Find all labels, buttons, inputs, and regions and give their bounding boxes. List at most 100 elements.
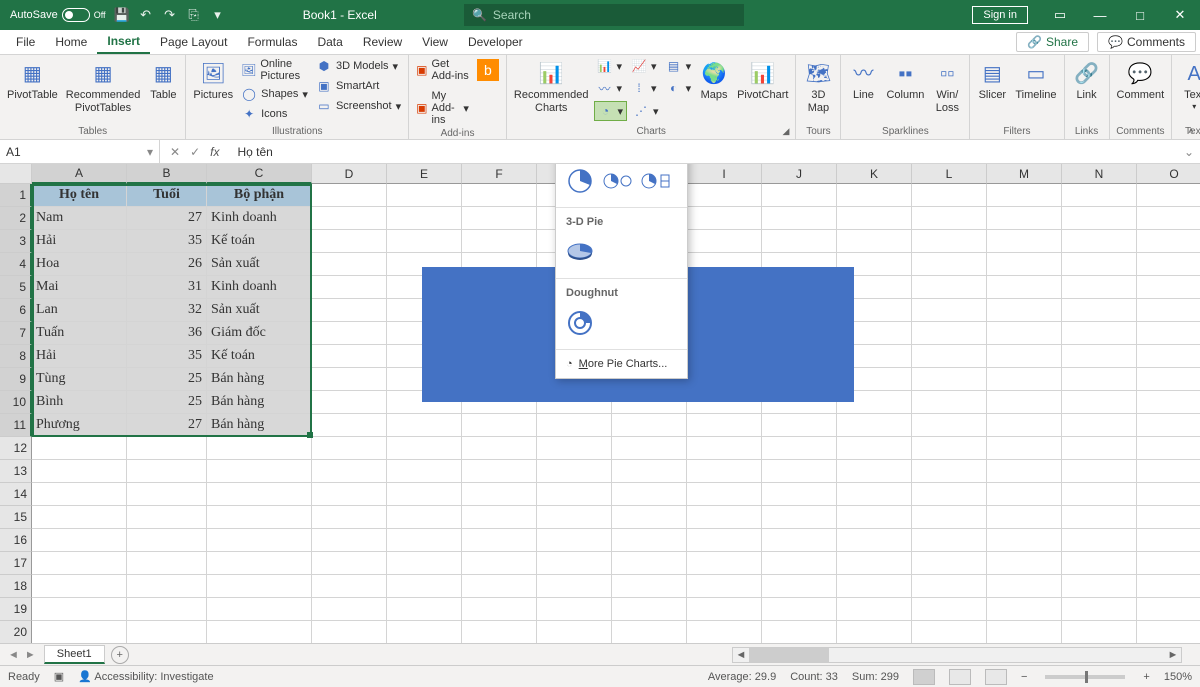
- cell-O15[interactable]: [1137, 506, 1200, 529]
- pie-3d-option[interactable]: [564, 236, 596, 268]
- normal-view-button[interactable]: [913, 669, 935, 685]
- cell-N12[interactable]: [1062, 437, 1137, 460]
- column-header-C[interactable]: C: [207, 164, 312, 184]
- cell-M1[interactable]: [987, 184, 1062, 207]
- cell-C5[interactable]: Kinh doanh: [207, 276, 312, 299]
- cell-J1[interactable]: [762, 184, 837, 207]
- text-button[interactable]: AText▾: [1176, 57, 1200, 113]
- 3d-models-button[interactable]: ⬢3D Models ▾: [313, 57, 404, 75]
- cell-G18[interactable]: [537, 575, 612, 598]
- cell-L10[interactable]: [912, 391, 987, 414]
- row-header-20[interactable]: 20: [0, 621, 32, 643]
- cell-B6[interactable]: 32: [127, 299, 207, 322]
- table-button[interactable]: ▦Table: [145, 57, 181, 104]
- cell-B8[interactable]: 35: [127, 345, 207, 368]
- cell-N17[interactable]: [1062, 552, 1137, 575]
- cell-L3[interactable]: [912, 230, 987, 253]
- row-header-4[interactable]: 4: [0, 253, 32, 276]
- cell-I11[interactable]: [687, 414, 762, 437]
- cell-D15[interactable]: [312, 506, 387, 529]
- cell-N2[interactable]: [1062, 207, 1137, 230]
- cell-A11[interactable]: Phương: [32, 414, 127, 437]
- cell-A5[interactable]: Mai: [32, 276, 127, 299]
- row-header-13[interactable]: 13: [0, 460, 32, 483]
- cell-D14[interactable]: [312, 483, 387, 506]
- horizontal-scrollbar[interactable]: ◄►: [732, 647, 1182, 663]
- cell-O11[interactable]: [1137, 414, 1200, 437]
- sign-in-button[interactable]: Sign in: [972, 6, 1028, 24]
- cell-O12[interactable]: [1137, 437, 1200, 460]
- cell-B4[interactable]: 26: [127, 253, 207, 276]
- cell-D10[interactable]: [312, 391, 387, 414]
- cell-K20[interactable]: [837, 621, 912, 643]
- column-header-L[interactable]: L: [912, 164, 987, 184]
- cell-J3[interactable]: [762, 230, 837, 253]
- cell-N5[interactable]: [1062, 276, 1137, 299]
- cell-O9[interactable]: [1137, 368, 1200, 391]
- cell-E17[interactable]: [387, 552, 462, 575]
- cell-M5[interactable]: [987, 276, 1062, 299]
- cell-N9[interactable]: [1062, 368, 1137, 391]
- cell-H15[interactable]: [612, 506, 687, 529]
- screenshot-button[interactable]: ▭Screenshot ▾: [313, 97, 404, 115]
- select-all-button[interactable]: [0, 164, 32, 184]
- cell-M11[interactable]: [987, 414, 1062, 437]
- cell-K18[interactable]: [837, 575, 912, 598]
- row-header-14[interactable]: 14: [0, 483, 32, 506]
- cell-M17[interactable]: [987, 552, 1062, 575]
- cell-L7[interactable]: [912, 322, 987, 345]
- cell-K15[interactable]: [837, 506, 912, 529]
- column-header-A[interactable]: A: [32, 164, 127, 184]
- shapes-button[interactable]: ◯Shapes ▾: [238, 85, 311, 103]
- cell-I1[interactable]: [687, 184, 762, 207]
- cell-O6[interactable]: [1137, 299, 1200, 322]
- cell-A1[interactable]: Họ tên: [32, 184, 127, 207]
- cell-G14[interactable]: [537, 483, 612, 506]
- cell-L4[interactable]: [912, 253, 987, 276]
- cell-C19[interactable]: [207, 598, 312, 621]
- cell-F13[interactable]: [462, 460, 537, 483]
- cell-J16[interactable]: [762, 529, 837, 552]
- cell-K17[interactable]: [837, 552, 912, 575]
- cell-N15[interactable]: [1062, 506, 1137, 529]
- cell-C8[interactable]: Kế toán: [207, 345, 312, 368]
- cell-M18[interactable]: [987, 575, 1062, 598]
- row-header-10[interactable]: 10: [0, 391, 32, 414]
- cell-M3[interactable]: [987, 230, 1062, 253]
- cell-F11[interactable]: [462, 414, 537, 437]
- macro-record-icon[interactable]: ▣: [54, 670, 64, 683]
- cell-O17[interactable]: [1137, 552, 1200, 575]
- cell-C7[interactable]: Giám đốc: [207, 322, 312, 345]
- cell-H14[interactable]: [612, 483, 687, 506]
- cell-D1[interactable]: [312, 184, 387, 207]
- maximize-icon[interactable]: □: [1120, 0, 1160, 30]
- tab-formulas[interactable]: Formulas: [237, 30, 307, 54]
- charts-dialog-launcher[interactable]: ◢: [783, 126, 790, 137]
- cell-L15[interactable]: [912, 506, 987, 529]
- cell-B17[interactable]: [127, 552, 207, 575]
- cell-I2[interactable]: [687, 207, 762, 230]
- cell-J13[interactable]: [762, 460, 837, 483]
- cell-J17[interactable]: [762, 552, 837, 575]
- column-header-K[interactable]: K: [837, 164, 912, 184]
- cell-B13[interactable]: [127, 460, 207, 483]
- cell-C10[interactable]: Bán hàng: [207, 391, 312, 414]
- cell-E12[interactable]: [387, 437, 462, 460]
- cell-B1[interactable]: Tuổi: [127, 184, 207, 207]
- page-layout-view-button[interactable]: [949, 669, 971, 685]
- cell-E13[interactable]: [387, 460, 462, 483]
- tab-view[interactable]: View: [412, 30, 458, 54]
- cell-E2[interactable]: [387, 207, 462, 230]
- cell-B7[interactable]: 36: [127, 322, 207, 345]
- cell-O20[interactable]: [1137, 621, 1200, 643]
- cell-M19[interactable]: [987, 598, 1062, 621]
- cell-B14[interactable]: [127, 483, 207, 506]
- cell-C18[interactable]: [207, 575, 312, 598]
- cell-A10[interactable]: Bình: [32, 391, 127, 414]
- row-header-18[interactable]: 18: [0, 575, 32, 598]
- redo-icon[interactable]: ↷: [162, 7, 178, 23]
- autosave-toggle[interactable]: AutoSave Off: [10, 8, 106, 22]
- comment-button[interactable]: 💬Comment: [1114, 57, 1168, 104]
- column-header-N[interactable]: N: [1062, 164, 1137, 184]
- recommended-charts-button[interactable]: 📊Recommended Charts: [511, 57, 592, 116]
